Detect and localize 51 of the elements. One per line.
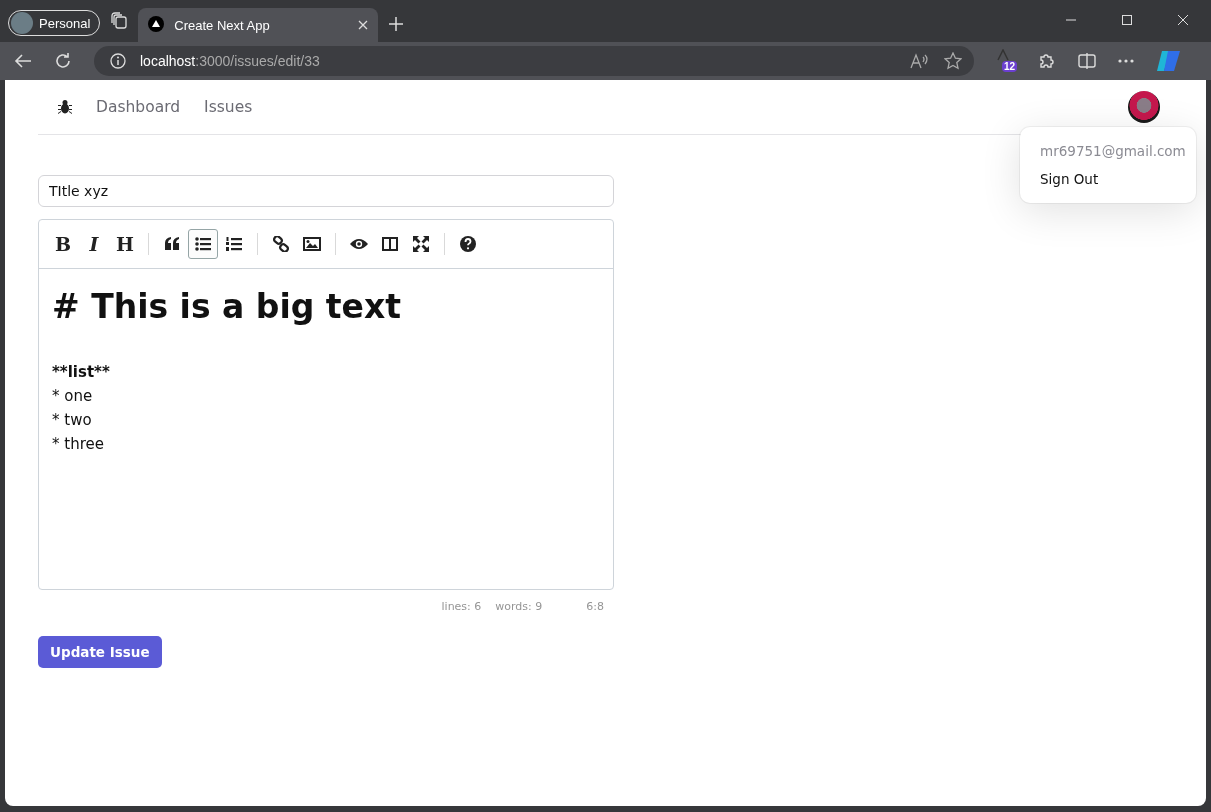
user-avatar[interactable] — [1128, 91, 1160, 123]
tab-title: Create Next App — [174, 17, 271, 33]
browser-tab[interactable]: Create Next App — [138, 8, 379, 42]
word-count: words: 9 — [495, 600, 543, 615]
image-icon — [303, 237, 321, 251]
triangle-logo-icon — [148, 15, 165, 32]
quote-icon — [164, 237, 180, 251]
reload-icon[interactable] — [54, 52, 72, 70]
more-icon[interactable] — [1118, 59, 1134, 63]
bold-tool-button[interactable]: B — [48, 229, 78, 259]
eye-icon — [350, 238, 368, 250]
link-icon — [273, 236, 289, 252]
bullet-list-icon — [195, 237, 211, 251]
close-icon[interactable] — [1177, 14, 1189, 26]
columns-icon — [382, 237, 398, 251]
tabs-icon[interactable] — [110, 12, 129, 30]
notification-badge: 12 — [1002, 61, 1018, 72]
avatar-icon — [11, 12, 33, 34]
read-aloud-icon[interactable] — [910, 53, 930, 69]
maximize-icon[interactable] — [1121, 14, 1133, 26]
split-screen-icon[interactable] — [1078, 53, 1096, 69]
bug-icon — [58, 99, 72, 115]
menu-item[interactable]: Sign Out — [1020, 165, 1196, 193]
editor-text-area[interactable]: # This is a big text **list** * one * two * three — [39, 269, 613, 589]
italic-tool-button[interactable]: I — [79, 229, 109, 259]
address-bar[interactable]: localhost:3000/issues/edit/33 — [94, 46, 974, 76]
numbered-list-icon — [226, 237, 242, 251]
back-arrow-icon[interactable] — [14, 53, 32, 69]
expand-icon — [413, 236, 429, 252]
puzzle-icon[interactable] — [1038, 52, 1056, 70]
bold-line: **list** — [52, 362, 111, 383]
profile-name: Personal — [39, 15, 91, 31]
new-tab-icon[interactable] — [388, 16, 405, 32]
text-line: * three — [52, 434, 105, 455]
nav-link[interactable]: Dashboard — [96, 98, 181, 116]
url-text: localhost:3000/issues/edit/33 — [140, 53, 320, 69]
info-icon[interactable] — [110, 53, 126, 69]
heading-line: # This is a big text — [52, 286, 403, 328]
cursor-position: 6:8 — [586, 600, 604, 615]
line-count: lines: 6 — [441, 600, 482, 615]
unordered-list-tool-button[interactable] — [188, 229, 218, 259]
nav-link[interactable]: Issues — [204, 98, 253, 116]
text-line: * one — [52, 386, 94, 407]
update-issue-button[interactable]: Update Issue — [38, 636, 162, 668]
help-icon — [460, 236, 476, 252]
star-icon[interactable] — [944, 52, 962, 70]
heading-tool-button[interactable]: H — [110, 229, 140, 259]
text-line: * two — [52, 410, 93, 431]
title-input[interactable]: TItle xyz — [38, 175, 614, 207]
user-email: mr69751@gmail.com — [1039, 142, 1187, 161]
close-tab-icon[interactable] — [358, 19, 369, 30]
